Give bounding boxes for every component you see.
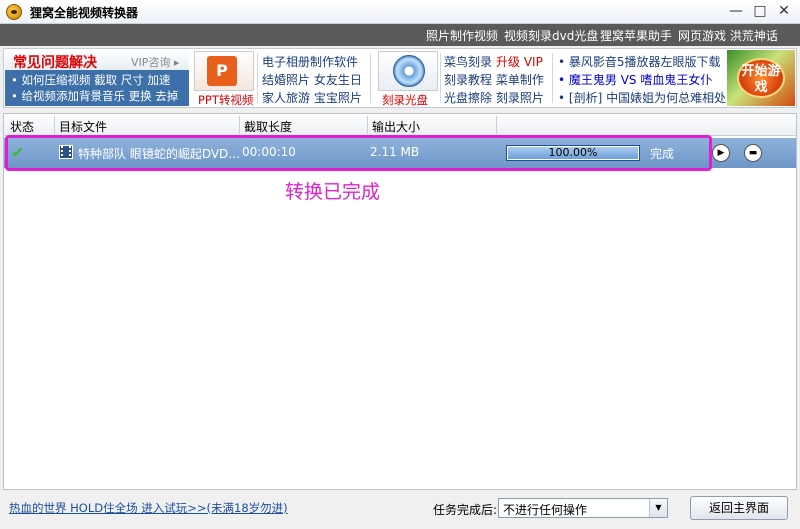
dvd-thumbnail[interactable] xyxy=(378,51,438,91)
divider xyxy=(257,53,258,103)
back-to-main-button[interactable]: 返回主界面 xyxy=(690,496,788,520)
divider xyxy=(440,53,441,103)
upgrade-vip-link[interactable]: 升级 VIP xyxy=(496,53,543,70)
after-task-label: 任务完成后: xyxy=(433,503,498,517)
promo-link[interactable]: 热血的世界 HOLD住全场 进入试玩>>(未满18岁勿进) xyxy=(9,500,288,516)
play-icon[interactable]: ▶ xyxy=(712,144,730,162)
app-icon xyxy=(6,4,22,20)
news-link-analysis[interactable]: • [剖析] 中国婊姐为何总难相处 xyxy=(558,89,726,106)
wedding-photo-link[interactable]: 结婚照片 女友生日 xyxy=(262,71,362,88)
table-header: 状态 目标文件 截取长度 输出大小 xyxy=(4,114,796,136)
album-software-link[interactable]: 电子相册制作软件 xyxy=(262,53,358,70)
link-apple-helper[interactable]: 狸窝苹果助手 xyxy=(600,27,672,44)
title-bar: 狸窝全能视频转换器 — □ ✕ xyxy=(0,0,800,24)
link-web-game[interactable]: 网页游戏 洪荒神话 xyxy=(678,27,778,44)
faq-link-music[interactable]: • 给视频添加背景音乐 更换 去掉 xyxy=(11,88,178,104)
header-duration[interactable]: 截取长度 xyxy=(244,118,292,135)
start-game-button[interactable]: 开始游戏 xyxy=(737,58,785,98)
news-link-demon[interactable]: • 魔王鬼男 VS 嗜血鬼王女仆 xyxy=(558,71,712,88)
faq-title[interactable]: 常见问题解决 xyxy=(13,52,97,72)
faq-panel: 常见问题解决 VIP咨询 ▸ • 如何压缩视频 截取 尺寸 加速 • 给视频添加… xyxy=(5,50,189,106)
task-table: 状态 目标文件 截取长度 输出大小 ✔ 特种部队 眼镜蛇的崛起DVD… 00:0… xyxy=(3,113,797,490)
chevron-down-icon[interactable]: ▼ xyxy=(649,499,667,517)
close-button[interactable]: ✕ xyxy=(774,2,794,20)
window-title: 狸窝全能视频转换器 xyxy=(30,6,139,20)
ppt-icon: P xyxy=(207,56,237,86)
header-status[interactable]: 状态 xyxy=(10,118,34,135)
ad-banner: 常见问题解决 VIP咨询 ▸ • 如何压缩视频 截取 尺寸 加速 • 给视频添加… xyxy=(3,48,797,108)
ppt-thumbnail[interactable]: P xyxy=(194,51,254,91)
family-photo-link[interactable]: 家人旅游 宝宝照片 xyxy=(262,89,362,106)
conversion-complete-annotation: 转换已完成 xyxy=(285,181,381,203)
bottom-bar: 热血的世界 HOLD住全场 进入试玩>>(未满18岁勿进) 任务完成后: 不进行… xyxy=(0,491,800,529)
column-divider[interactable] xyxy=(239,116,240,134)
burn-tutorial-link[interactable]: 刻录教程 菜单制作 xyxy=(444,71,544,88)
link-dvd-burn[interactable]: 视频刻录dvd光盘 xyxy=(504,27,598,44)
minimize-button[interactable]: — xyxy=(726,2,746,20)
disc-icon xyxy=(393,55,425,87)
highlight-box xyxy=(5,135,712,171)
column-divider[interactable] xyxy=(367,116,368,134)
dvd-label[interactable]: 刻录光盘 xyxy=(382,92,428,108)
header-target-file[interactable]: 目标文件 xyxy=(59,118,107,135)
column-divider[interactable] xyxy=(496,116,497,134)
folder-icon[interactable]: ▬ xyxy=(744,144,762,162)
divider xyxy=(552,53,553,103)
faq-header: 常见问题解决 VIP咨询 ▸ xyxy=(5,50,189,72)
after-task-value: 不进行任何操作 xyxy=(503,503,588,517)
after-task-select[interactable]: 不进行任何操作 ▼ xyxy=(498,498,668,518)
disc-erase-link[interactable]: 光盘擦除 刻录照片 xyxy=(444,89,544,106)
maximize-button[interactable]: □ xyxy=(750,2,770,20)
link-photo-video[interactable]: 照片制作视频 xyxy=(426,27,498,44)
header-output-size[interactable]: 输出大小 xyxy=(372,118,420,135)
top-link-bar: 照片制作视频 视频刻录dvd光盘 狸窝苹果助手 网页游戏 洪荒神话 xyxy=(0,24,800,46)
faq-link-compress[interactable]: • 如何压缩视频 截取 尺寸 加速 xyxy=(11,72,170,88)
beginner-burn-link[interactable]: 菜鸟刻录 xyxy=(444,53,492,70)
column-divider[interactable] xyxy=(54,116,55,134)
game-banner[interactable]: 开始游戏 xyxy=(727,50,795,106)
ppt-label[interactable]: PPT转视频 xyxy=(198,92,253,108)
news-link-player[interactable]: • 暴风影音5播放器左眼版下载 ↓ xyxy=(558,53,734,70)
vip-consult-link[interactable]: VIP咨询 ▸ xyxy=(131,54,179,70)
divider xyxy=(370,53,371,103)
